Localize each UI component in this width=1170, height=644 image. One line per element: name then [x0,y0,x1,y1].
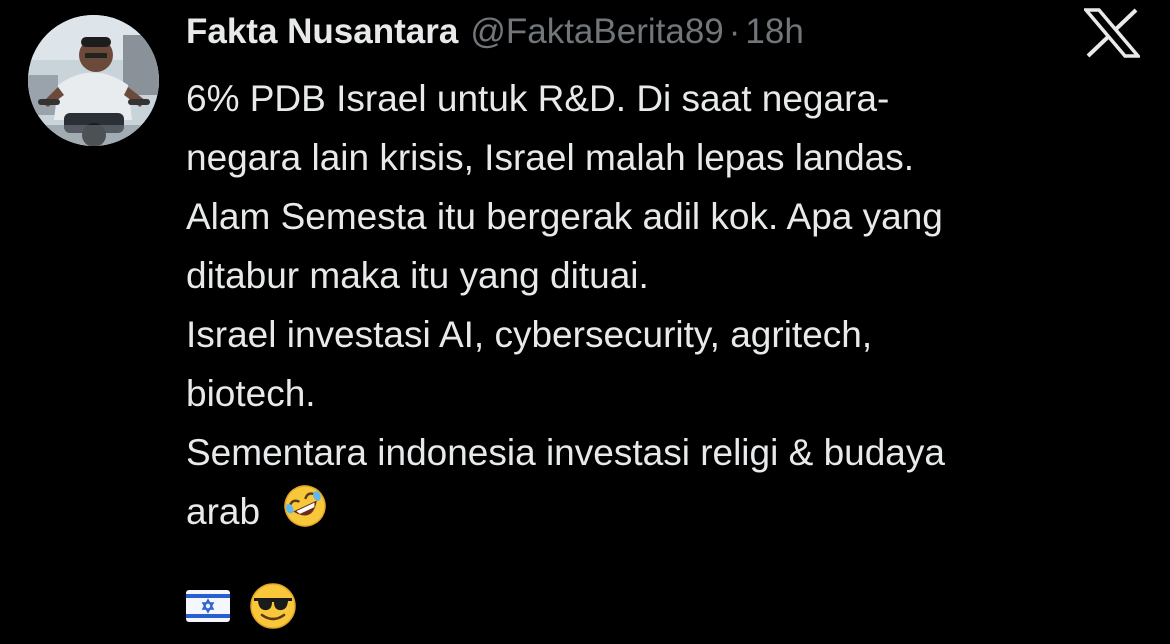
avatar[interactable] [28,15,159,146]
user-handle[interactable]: @FaktaBerita89 [470,12,723,52]
tweet-line: 6% PDB Israel untuk R&D. Di saat negara- [186,78,890,119]
tweet-line-text: arab [186,491,261,532]
tweet-line: negara lain krisis, Israel malah lepas l… [186,137,915,178]
tweet-line: Israel investasi AI, cybersecurity, agri… [186,314,873,355]
timestamp[interactable]: 18h [745,12,803,52]
tweet-line: Sementara indonesia investasi religi & b… [186,432,945,473]
tweet-line-last: arab [186,482,1146,541]
rolling-on-floor-laughing-emoji [282,483,328,546]
emoji-row [186,580,298,636]
tweet-line: biotech. [186,373,316,414]
x-logo-icon [1082,8,1142,58]
tweet-line: ditabur maka itu yang dituai. [186,255,649,296]
display-name[interactable]: Fakta Nusantara [186,12,458,52]
tweet-text: 6% PDB Israel untuk R&D. Di saat negara-… [186,69,1146,541]
smiling-face-with-sunglasses-emoji [248,581,298,636]
tweet-card[interactable]: Fakta Nusantara @FaktaBerita89 · 18h 6% … [0,0,1170,644]
tweet-header: Fakta Nusantara @FaktaBerita89 · 18h [186,10,804,54]
tweet-line: Alam Semesta itu bergerak adil kok. Apa … [186,196,943,237]
separator-dot: · [728,12,741,51]
israel-flag-emoji [186,589,230,627]
